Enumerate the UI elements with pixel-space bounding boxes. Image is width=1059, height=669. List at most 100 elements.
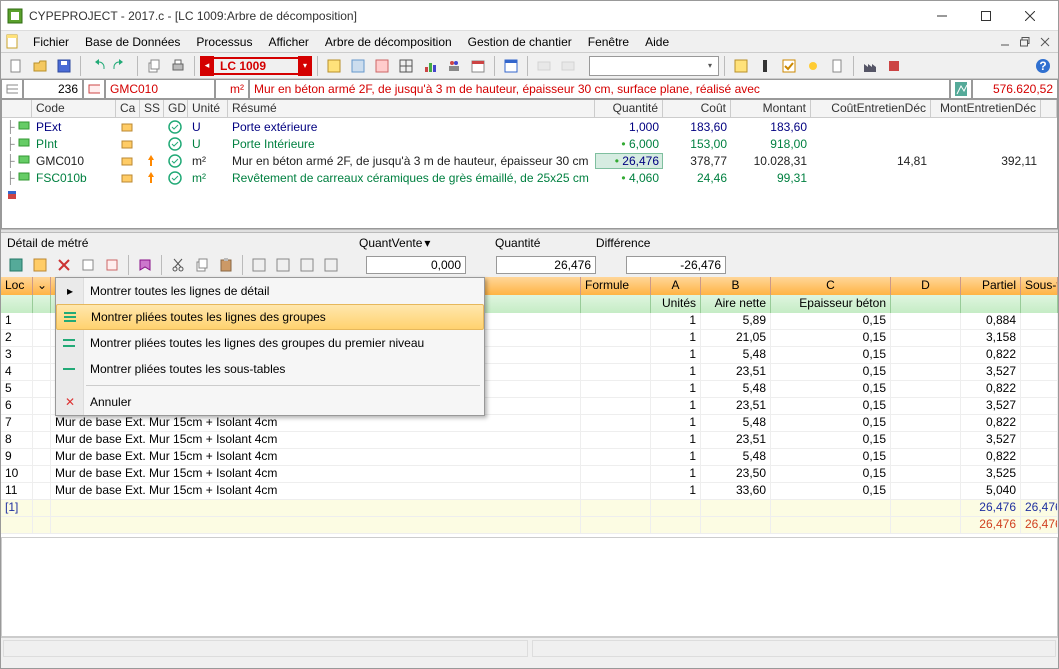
filter-combo[interactable]: ▾ — [589, 56, 719, 76]
maximize-button[interactable] — [964, 2, 1008, 30]
dt-1[interactable] — [5, 254, 27, 276]
d-label: Différence — [570, 236, 650, 250]
info-unit: m² — [215, 79, 249, 99]
tool-flag-icon[interactable] — [754, 55, 776, 77]
dt-copy-icon[interactable] — [191, 254, 213, 276]
info-code: GMC010 — [105, 79, 215, 99]
tool-print-icon[interactable] — [167, 55, 189, 77]
tool-check-icon[interactable] — [778, 55, 800, 77]
menu-arbre[interactable]: Arbre de décomposition — [317, 33, 460, 51]
dt-6[interactable] — [272, 254, 294, 276]
arrow-right-icon: ▸ — [62, 284, 78, 298]
dt-8[interactable] — [320, 254, 342, 276]
tool-b-icon[interactable] — [347, 55, 369, 77]
detail-row[interactable]: 8Mur de base Ext. Mur 15cm + Isolant 4cm… — [1, 432, 1058, 449]
tool-note-icon[interactable] — [730, 55, 752, 77]
dt-2[interactable] — [29, 254, 51, 276]
detail-row[interactable]: 9Mur de base Ext. Mur 15cm + Isolant 4cm… — [1, 449, 1058, 466]
menu-aide[interactable]: Aide — [637, 33, 677, 51]
detail-row[interactable]: 10Mur de base Ext. Mur 15cm + Isolant 4c… — [1, 466, 1058, 483]
tool-window-icon[interactable] — [500, 55, 522, 77]
lc-dropdown-icon[interactable]: ▾ — [298, 56, 312, 76]
tree-row[interactable]: ├ GMC010m²Mur en béton armé 2F, de jusqu… — [2, 152, 1057, 169]
tool-grid-icon[interactable] — [395, 55, 417, 77]
dt-book-icon[interactable] — [134, 254, 156, 276]
close-button[interactable] — [1008, 2, 1052, 30]
dt-7[interactable] — [296, 254, 318, 276]
mdi-restore-button[interactable] — [1016, 34, 1034, 50]
difference-value: -26,476 — [626, 256, 726, 274]
titlebar: CYPEPROJECT - 2017.c - [LC 1009:Arbre de… — [1, 1, 1058, 31]
window-title: CYPEPROJECT - 2017.c - [LC 1009:Arbre de… — [29, 9, 920, 23]
menu-afficher[interactable]: Afficher — [260, 33, 316, 51]
info-icon-1[interactable] — [1, 79, 23, 99]
tree-header: Code Ca SS GD Unité Résumé Quantité Coût… — [2, 100, 1057, 118]
menu-chantier[interactable]: Gestion de chantier — [460, 33, 580, 51]
lines-icon — [63, 310, 79, 324]
info-map-icon[interactable] — [950, 79, 972, 99]
lc-prev-icon[interactable]: ◂ — [200, 56, 214, 76]
open-file-button[interactable] — [29, 55, 51, 77]
menu-fichier[interactable]: Fichier — [25, 33, 77, 51]
new-file-button[interactable] — [5, 55, 27, 77]
dt-5[interactable] — [248, 254, 270, 276]
menu-fenetre[interactable]: Fenêtre — [580, 33, 637, 51]
context-menu: ▸ Montrer toutes les lignes de détail Mo… — [55, 277, 485, 416]
detail-header: Détail de métré QuantVente ▾ Quantité Di… — [1, 233, 1058, 253]
mdi-doc-icon — [5, 34, 21, 50]
tool-sun-icon[interactable] — [802, 55, 824, 77]
ctx-fold-first-level[interactable]: Montrer pliées toutes les lignes des gro… — [56, 330, 484, 356]
tool-a-icon[interactable] — [323, 55, 345, 77]
decomposition-tree[interactable]: Code Ca SS GD Unité Résumé Quantité Coût… — [1, 99, 1058, 229]
main-toolbar: ◂ LC 1009 ▾ ▾ ? — [1, 53, 1058, 79]
tree-row[interactable]: ├ FSC010bm²Revêtement de carreaux cérami… — [2, 169, 1057, 186]
detail-grid[interactable]: Loc ⌄ Commentaire Formule A B C D Partie… — [1, 277, 1058, 537]
dt-4[interactable] — [101, 254, 123, 276]
dt-del[interactable] — [53, 254, 75, 276]
expand-icon[interactable]: ⌄ — [37, 278, 47, 292]
app-icon — [7, 8, 23, 24]
tree-row[interactable]: ├ PIntUPorte Intérieure• 6,000153,00918,… — [2, 135, 1057, 152]
tool-copy-icon[interactable] — [143, 55, 165, 77]
tool-calendar-icon[interactable] — [467, 55, 489, 77]
empty-area — [1, 537, 1058, 637]
help-button[interactable]: ? — [1032, 55, 1054, 77]
ctx-fold-group-lines[interactable]: Montrer pliées toutes les lignes des gro… — [56, 304, 484, 330]
tool-h2-icon[interactable] — [557, 55, 579, 77]
detail-row[interactable]: 11Mur de base Ext. Mur 15cm + Isolant 4c… — [1, 483, 1058, 500]
tool-chart-icon[interactable] — [419, 55, 441, 77]
ctx-show-all-lines[interactable]: ▸ Montrer toutes les lignes de détail — [56, 278, 484, 304]
menu-processus[interactable]: Processus — [188, 33, 260, 51]
dt-cut-icon[interactable] — [167, 254, 189, 276]
ctx-cancel[interactable]: ✕ Annuler — [56, 389, 484, 415]
tree-row[interactable]: ├ PExtUPorte extérieure1,000183,60183,60 — [2, 118, 1057, 135]
tool-doc-icon[interactable] — [826, 55, 848, 77]
total-row: 26,476 26,476 — [1, 517, 1058, 534]
quantvente-value: 0,000 — [366, 256, 466, 274]
save-button[interactable] — [53, 55, 75, 77]
menu-bdd[interactable]: Base de Données — [77, 33, 188, 51]
info-number: 236 — [23, 79, 83, 99]
minimize-button[interactable] — [920, 2, 964, 30]
detail-toolbar: 0,000 26,476 -26,476 — [1, 253, 1058, 277]
info-total: 576.620,52 — [972, 79, 1058, 99]
mdi-close-button[interactable] — [1036, 34, 1054, 50]
menubar: Fichier Base de Données Processus Affich… — [1, 31, 1058, 53]
redo-button[interactable] — [110, 55, 132, 77]
info-description: Mur en béton armé 2F, de jusqu'à 3 m de … — [249, 79, 950, 99]
dt-paste-icon[interactable] — [215, 254, 237, 276]
undo-button[interactable] — [86, 55, 108, 77]
tool-people-icon[interactable] — [443, 55, 465, 77]
dt-3[interactable] — [77, 254, 99, 276]
mdi-minimize-button[interactable] — [996, 34, 1014, 50]
tool-h1-icon[interactable] — [533, 55, 555, 77]
tool-factory-icon[interactable] — [859, 55, 881, 77]
lc-selector[interactable]: ◂ LC 1009 ▾ — [200, 56, 312, 76]
tool-red-icon[interactable] — [883, 55, 905, 77]
tool-c-icon[interactable] — [371, 55, 393, 77]
chevron-down-icon: ▾ — [702, 61, 718, 70]
info-icon-2[interactable] — [83, 79, 105, 99]
qv-label: QuantVente — [348, 236, 422, 250]
detail-row[interactable]: 7Mur de base Ext. Mur 15cm + Isolant 4cm… — [1, 415, 1058, 432]
ctx-fold-subtables[interactable]: Montrer pliées toutes les sous-tables — [56, 356, 484, 382]
